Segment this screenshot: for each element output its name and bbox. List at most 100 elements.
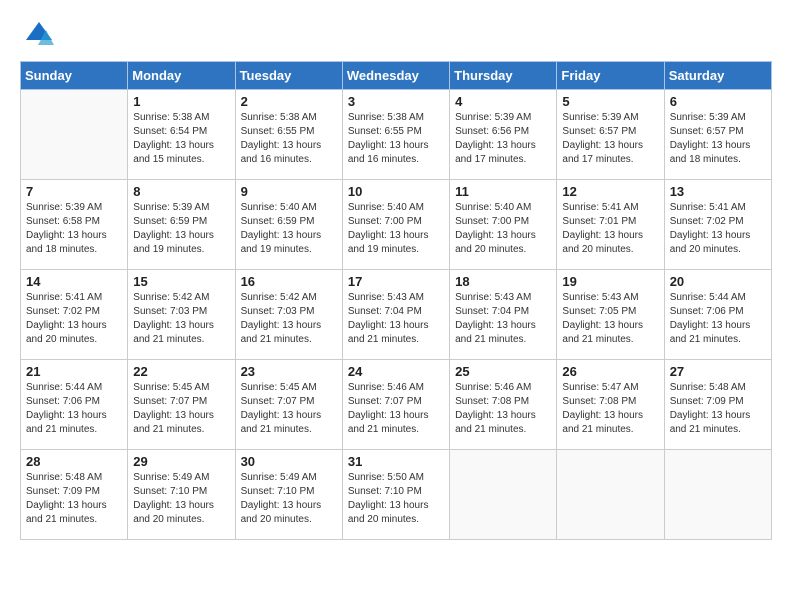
day-info: Sunrise: 5:49 AM Sunset: 7:10 PM Dayligh… bbox=[241, 471, 337, 527]
day-number: 24 bbox=[348, 364, 444, 379]
calendar-cell-w1d1: 8 Sunrise: 5:39 AM Sunset: 6:59 PM Daylig… bbox=[128, 180, 235, 270]
calendar-cell-w1d4: 11 Sunrise: 5:40 AM Sunset: 7:00 PM Dayli… bbox=[450, 180, 557, 270]
page-header bbox=[20, 20, 772, 51]
day-info: Sunrise: 5:39 AM Sunset: 6:56 PM Dayligh… bbox=[455, 111, 551, 167]
day-number: 22 bbox=[133, 364, 229, 379]
day-number: 17 bbox=[348, 274, 444, 289]
day-number: 3 bbox=[348, 94, 444, 109]
weekday-header-sunday: Sunday bbox=[21, 62, 128, 90]
calendar-cell-w0d5: 5Sunrise: 5:39 AM Sunset: 6:57 PM Daylig… bbox=[557, 90, 664, 180]
day-number: 9 bbox=[241, 184, 337, 199]
day-info: Sunrise: 5:43 AM Sunset: 7:05 PM Dayligh… bbox=[562, 291, 658, 347]
day-number: 11 bbox=[455, 184, 551, 199]
day-info: Sunrise: 5:48 AM Sunset: 7:09 PM Dayligh… bbox=[670, 381, 766, 437]
calendar-cell-w4d4 bbox=[450, 450, 557, 540]
day-info: Sunrise: 5:40 AM Sunset: 7:00 PM Dayligh… bbox=[455, 201, 551, 257]
calendar-cell-w3d5: 26Sunrise: 5:47 AM Sunset: 7:08 PM Dayli… bbox=[557, 360, 664, 450]
day-number: 31 bbox=[348, 454, 444, 469]
day-info: Sunrise: 5:46 AM Sunset: 7:08 PM Dayligh… bbox=[455, 381, 551, 437]
calendar-cell-w0d6: 6 Sunrise: 5:39 AM Sunset: 6:57 PM Daylig… bbox=[664, 90, 771, 180]
day-number: 15 bbox=[133, 274, 229, 289]
day-number: 13 bbox=[670, 184, 766, 199]
day-number: 2 bbox=[241, 94, 337, 109]
weekday-header-thursday: Thursday bbox=[450, 62, 557, 90]
day-number: 12 bbox=[562, 184, 658, 199]
day-info: Sunrise: 5:40 AM Sunset: 7:00 PM Dayligh… bbox=[348, 201, 444, 257]
day-number: 23 bbox=[241, 364, 337, 379]
day-number: 20 bbox=[670, 274, 766, 289]
calendar-cell-w4d0: 28 Sunrise: 5:48 AM Sunset: 7:09 PM Dayli… bbox=[21, 450, 128, 540]
day-number: 27 bbox=[670, 364, 766, 379]
day-number: 1 bbox=[133, 94, 229, 109]
calendar-cell-w3d2: 23 Sunrise: 5:45 AM Sunset: 7:07 PM Dayli… bbox=[235, 360, 342, 450]
calendar-cell-w3d4: 25 Sunrise: 5:46 AM Sunset: 7:08 PM Dayli… bbox=[450, 360, 557, 450]
calendar-cell-w1d3: 10 Sunrise: 5:40 AM Sunset: 7:00 PM Dayli… bbox=[342, 180, 449, 270]
day-info: Sunrise: 5:39 AM Sunset: 6:57 PM Dayligh… bbox=[562, 111, 658, 167]
calendar-cell-w4d6 bbox=[664, 450, 771, 540]
day-number: 6 bbox=[670, 94, 766, 109]
day-info: Sunrise: 5:39 AM Sunset: 6:58 PM Dayligh… bbox=[26, 201, 122, 257]
day-number: 18 bbox=[455, 274, 551, 289]
day-info: Sunrise: 5:39 AM Sunset: 6:57 PM Dayligh… bbox=[670, 111, 766, 167]
weekday-header-monday: Monday bbox=[128, 62, 235, 90]
day-info: Sunrise: 5:43 AM Sunset: 7:04 PM Dayligh… bbox=[455, 291, 551, 347]
day-number: 21 bbox=[26, 364, 122, 379]
calendar-cell-w2d6: 20 Sunrise: 5:44 AM Sunset: 7:06 PM Dayli… bbox=[664, 270, 771, 360]
day-info: Sunrise: 5:41 AM Sunset: 7:01 PM Dayligh… bbox=[562, 201, 658, 257]
day-info: Sunrise: 5:40 AM Sunset: 6:59 PM Dayligh… bbox=[241, 201, 337, 257]
day-number: 16 bbox=[241, 274, 337, 289]
calendar-cell-w3d1: 22 Sunrise: 5:45 AM Sunset: 7:07 PM Dayli… bbox=[128, 360, 235, 450]
day-info: Sunrise: 5:39 AM Sunset: 6:59 PM Dayligh… bbox=[133, 201, 229, 257]
weekday-header-tuesday: Tuesday bbox=[235, 62, 342, 90]
calendar-table: SundayMondayTuesdayWednesdayThursdayFrid… bbox=[20, 61, 772, 540]
calendar-cell-w2d0: 14 Sunrise: 5:41 AM Sunset: 7:02 PM Dayli… bbox=[21, 270, 128, 360]
calendar-cell-w4d5 bbox=[557, 450, 664, 540]
day-info: Sunrise: 5:49 AM Sunset: 7:10 PM Dayligh… bbox=[133, 471, 229, 527]
day-info: Sunrise: 5:38 AM Sunset: 6:54 PM Dayligh… bbox=[133, 111, 229, 167]
calendar-cell-w1d2: 9 Sunrise: 5:40 AM Sunset: 6:59 PM Daylig… bbox=[235, 180, 342, 270]
calendar-cell-w0d4: 4 Sunrise: 5:39 AM Sunset: 6:56 PM Daylig… bbox=[450, 90, 557, 180]
day-info: Sunrise: 5:42 AM Sunset: 7:03 PM Dayligh… bbox=[241, 291, 337, 347]
day-info: Sunrise: 5:38 AM Sunset: 6:55 PM Dayligh… bbox=[348, 111, 444, 167]
day-number: 28 bbox=[26, 454, 122, 469]
day-info: Sunrise: 5:44 AM Sunset: 7:06 PM Dayligh… bbox=[26, 381, 122, 437]
calendar-cell-w1d0: 7 Sunrise: 5:39 AM Sunset: 6:58 PM Daylig… bbox=[21, 180, 128, 270]
day-info: Sunrise: 5:45 AM Sunset: 7:07 PM Dayligh… bbox=[241, 381, 337, 437]
day-number: 7 bbox=[26, 184, 122, 199]
day-info: Sunrise: 5:50 AM Sunset: 7:10 PM Dayligh… bbox=[348, 471, 444, 527]
day-info: Sunrise: 5:46 AM Sunset: 7:07 PM Dayligh… bbox=[348, 381, 444, 437]
calendar-cell-w3d0: 21 Sunrise: 5:44 AM Sunset: 7:06 PM Dayli… bbox=[21, 360, 128, 450]
calendar-cell-w2d3: 17 Sunrise: 5:43 AM Sunset: 7:04 PM Dayli… bbox=[342, 270, 449, 360]
day-number: 25 bbox=[455, 364, 551, 379]
calendar-cell-w0d0 bbox=[21, 90, 128, 180]
weekday-header-saturday: Saturday bbox=[664, 62, 771, 90]
day-number: 30 bbox=[241, 454, 337, 469]
day-info: Sunrise: 5:44 AM Sunset: 7:06 PM Dayligh… bbox=[670, 291, 766, 347]
logo-icon bbox=[24, 20, 54, 50]
calendar-cell-w2d5: 19 Sunrise: 5:43 AM Sunset: 7:05 PM Dayli… bbox=[557, 270, 664, 360]
day-info: Sunrise: 5:48 AM Sunset: 7:09 PM Dayligh… bbox=[26, 471, 122, 527]
calendar-cell-w1d6: 13 Sunrise: 5:41 AM Sunset: 7:02 PM Dayli… bbox=[664, 180, 771, 270]
calendar-cell-w0d3: 3 Sunrise: 5:38 AM Sunset: 6:55 PM Daylig… bbox=[342, 90, 449, 180]
day-info: Sunrise: 5:42 AM Sunset: 7:03 PM Dayligh… bbox=[133, 291, 229, 347]
day-number: 10 bbox=[348, 184, 444, 199]
day-info: Sunrise: 5:41 AM Sunset: 7:02 PM Dayligh… bbox=[670, 201, 766, 257]
day-info: Sunrise: 5:45 AM Sunset: 7:07 PM Dayligh… bbox=[133, 381, 229, 437]
day-number: 19 bbox=[562, 274, 658, 289]
day-number: 14 bbox=[26, 274, 122, 289]
day-info: Sunrise: 5:41 AM Sunset: 7:02 PM Dayligh… bbox=[26, 291, 122, 347]
calendar-cell-w1d5: 12 Sunrise: 5:41 AM Sunset: 7:01 PM Dayli… bbox=[557, 180, 664, 270]
calendar-cell-w3d3: 24 Sunrise: 5:46 AM Sunset: 7:07 PM Dayli… bbox=[342, 360, 449, 450]
calendar-cell-w4d1: 29Sunrise: 5:49 AM Sunset: 7:10 PM Dayli… bbox=[128, 450, 235, 540]
day-info: Sunrise: 5:43 AM Sunset: 7:04 PM Dayligh… bbox=[348, 291, 444, 347]
calendar-cell-w4d2: 30 Sunrise: 5:49 AM Sunset: 7:10 PM Dayli… bbox=[235, 450, 342, 540]
calendar-cell-w2d2: 16 Sunrise: 5:42 AM Sunset: 7:03 PM Dayli… bbox=[235, 270, 342, 360]
calendar-cell-w0d1: 1 Sunrise: 5:38 AM Sunset: 6:54 PM Daylig… bbox=[128, 90, 235, 180]
day-info: Sunrise: 5:47 AM Sunset: 7:08 PM Dayligh… bbox=[562, 381, 658, 437]
calendar-cell-w2d1: 15 Sunrise: 5:42 AM Sunset: 7:03 PM Dayli… bbox=[128, 270, 235, 360]
calendar-cell-w0d2: 2 Sunrise: 5:38 AM Sunset: 6:55 PM Daylig… bbox=[235, 90, 342, 180]
day-number: 4 bbox=[455, 94, 551, 109]
day-number: 8 bbox=[133, 184, 229, 199]
day-info: Sunrise: 5:38 AM Sunset: 6:55 PM Dayligh… bbox=[241, 111, 337, 167]
logo bbox=[20, 20, 54, 51]
